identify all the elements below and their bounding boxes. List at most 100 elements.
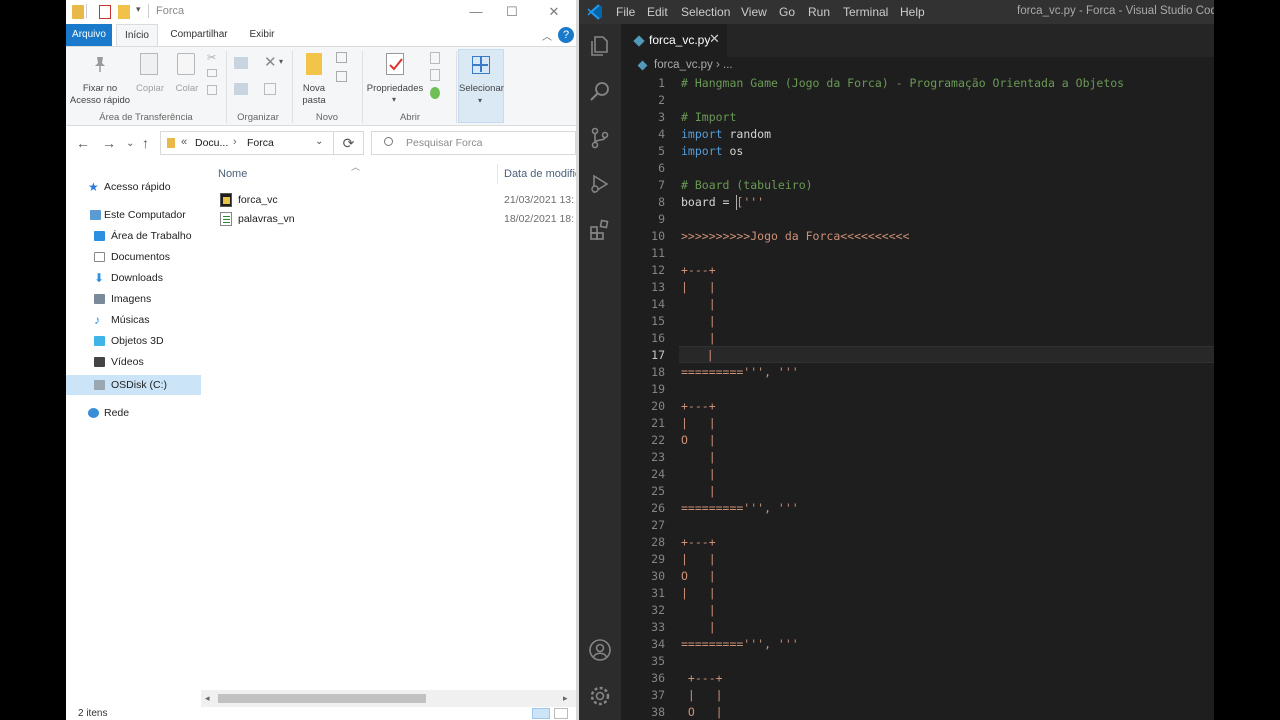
- nav-quick-access[interactable]: ★ Acesso rápido: [66, 177, 201, 197]
- crumb-forca[interactable]: Forca: [247, 137, 274, 149]
- tab-home[interactable]: Início: [116, 24, 158, 46]
- file-row-forca-vc[interactable]: forca_vc 21/03/2021 13:: [216, 191, 576, 209]
- menu-go[interactable]: Go: [779, 5, 795, 19]
- line-number: 38: [651, 705, 665, 719]
- large-icons-view-icon[interactable]: [554, 708, 568, 719]
- menu-view[interactable]: View: [741, 5, 767, 19]
- close-tab-icon[interactable]: ✕: [709, 31, 720, 47]
- select-button-highlight[interactable]: Selecionar ▾: [458, 49, 504, 123]
- scroll-right-icon[interactable]: ▸: [563, 693, 568, 704]
- copy-to-icon[interactable]: [234, 83, 248, 95]
- paste-shortcut-icon[interactable]: [207, 85, 217, 95]
- tab-forca-vc-py[interactable]: forca_vc.py ✕: [621, 24, 727, 57]
- back-arrow-icon[interactable]: ←: [76, 135, 90, 151]
- details-view-icon[interactable]: [532, 708, 550, 719]
- extensions-icon[interactable]: [588, 218, 612, 242]
- pin-quick-access-button[interactable]: Fixar no Acesso rápido: [68, 83, 132, 107]
- nav-label: Músicas: [111, 314, 150, 326]
- nav-pictures[interactable]: Imagens: [66, 289, 201, 309]
- nav-music[interactable]: ♪ Músicas: [66, 310, 201, 330]
- settings-gear-icon[interactable]: [588, 684, 612, 708]
- search-icon[interactable]: [588, 80, 612, 104]
- collapse-ribbon-icon[interactable]: ︿: [542, 28, 552, 43]
- search-input[interactable]: Pesquisar Forca: [371, 131, 576, 155]
- line-number: 2: [658, 93, 665, 107]
- nav-network[interactable]: Rede: [66, 403, 201, 423]
- scroll-thumb[interactable]: [218, 694, 426, 703]
- scroll-left-icon[interactable]: ◂: [205, 693, 210, 704]
- tab-view[interactable]: Exibir: [242, 24, 282, 46]
- code-editor[interactable]: # Hangman Game (Jogo da Forca) - Program…: [679, 75, 1214, 720]
- move-to-icon[interactable]: [234, 57, 248, 69]
- rename-icon[interactable]: [264, 83, 276, 95]
- code-line-31: | |: [681, 586, 716, 600]
- nav-osdisk[interactable]: OSDisk (C:): [66, 375, 201, 395]
- customize-quick-access-icon[interactable]: ▾: [136, 4, 141, 15]
- delete-icon[interactable]: ✕: [264, 53, 277, 71]
- maximize-button[interactable]: ☐: [502, 4, 522, 20]
- run-debug-icon[interactable]: [588, 172, 612, 196]
- history-icon[interactable]: [430, 87, 440, 99]
- line-number: 15: [651, 314, 665, 328]
- code-line-15: |: [681, 314, 716, 328]
- source-control-icon[interactable]: [588, 126, 612, 150]
- file-row-palavras-vn[interactable]: palavras_vn 18/02/2021 18:: [216, 210, 576, 228]
- edit-icon[interactable]: [430, 69, 440, 81]
- select-icon: [472, 56, 490, 74]
- help-icon[interactable]: ?: [558, 27, 574, 43]
- address-overflow[interactable]: «: [181, 136, 187, 148]
- new-folder-button[interactable]: Nova pasta: [294, 83, 334, 107]
- refresh-icon[interactable]: ⟳: [334, 131, 364, 155]
- menu-help[interactable]: Help: [900, 5, 925, 19]
- tab-file[interactable]: Arquivo: [66, 24, 112, 46]
- editor-tabs: forca_vc.py ✕: [621, 24, 1214, 57]
- code-line-14: |: [681, 297, 716, 311]
- paste-button[interactable]: Colar: [170, 83, 204, 95]
- group-new-label: Novo: [315, 112, 339, 123]
- menu-file[interactable]: File: [616, 5, 635, 19]
- line-number: 30: [651, 569, 665, 583]
- column-name[interactable]: Nome: [218, 168, 247, 180]
- nav-downloads[interactable]: ⬇ Downloads: [66, 268, 201, 288]
- tab-share[interactable]: Compartilhar: [166, 24, 232, 46]
- document-icon: [94, 252, 105, 262]
- select-button[interactable]: Selecionar: [459, 83, 504, 95]
- nav-label: Área de Trabalho: [111, 230, 192, 242]
- forward-arrow-icon[interactable]: →: [102, 135, 116, 151]
- new-item-icon[interactable]: [336, 52, 347, 63]
- cut-icon[interactable]: ✂: [207, 51, 216, 64]
- new-folder-quick-icon[interactable]: [118, 5, 130, 19]
- address-dropdown-icon[interactable]: ⌄: [315, 136, 323, 147]
- address-field[interactable]: « Docu... › Forca ⌄: [160, 131, 334, 155]
- line-number: 16: [651, 331, 665, 345]
- menu-selection[interactable]: Selection: [681, 5, 730, 19]
- nav-desktop[interactable]: Área de Trabalho: [66, 226, 201, 246]
- breadcrumb-path[interactable]: forca_vc.py › ...: [654, 59, 733, 71]
- menu-run[interactable]: Run: [808, 5, 830, 19]
- nav-this-pc[interactable]: Este Computador: [66, 205, 201, 225]
- code-line-30: O |: [681, 569, 716, 583]
- copy-path-icon[interactable]: [207, 69, 217, 77]
- crumb-documents[interactable]: Docu...: [195, 137, 228, 149]
- properties-button[interactable]: Propriedades: [364, 83, 426, 95]
- menu-edit[interactable]: Edit: [647, 5, 668, 19]
- explorer-files-icon[interactable]: [588, 34, 612, 58]
- horizontal-scrollbar[interactable]: ◂ ▸: [201, 690, 576, 707]
- status-bar: 2 itens: [66, 707, 576, 720]
- film-icon: [94, 357, 105, 367]
- recent-locations-icon[interactable]: ⌄: [126, 138, 134, 149]
- menu-terminal[interactable]: Terminal: [843, 5, 888, 19]
- up-arrow-icon[interactable]: ↑: [142, 135, 149, 151]
- ribbon-tabs: Arquivo Início Compartilhar Exibir ︿ ?: [66, 24, 576, 46]
- properties-quick-icon[interactable]: [99, 5, 111, 19]
- easy-access-icon[interactable]: [336, 71, 347, 82]
- nav-documents[interactable]: Documentos: [66, 247, 201, 267]
- nav-3d-objects[interactable]: Objetos 3D: [66, 331, 201, 351]
- nav-videos[interactable]: Vídeos: [66, 352, 201, 372]
- minimize-button[interactable]: —: [466, 4, 486, 20]
- open-icon[interactable]: [430, 52, 440, 64]
- copy-button[interactable]: Copiar: [132, 83, 168, 95]
- column-date[interactable]: Data de modific: [504, 168, 576, 180]
- close-button[interactable]: ✕: [544, 4, 564, 20]
- account-icon[interactable]: [588, 638, 612, 662]
